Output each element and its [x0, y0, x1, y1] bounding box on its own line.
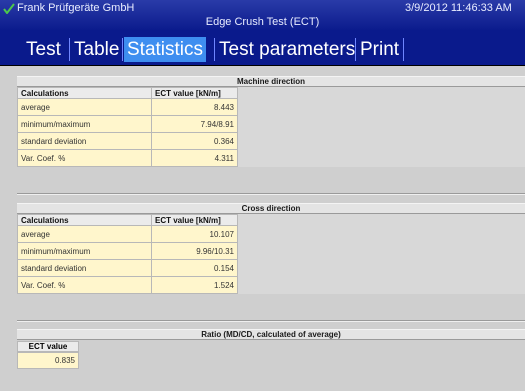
datetime-display: 3/9/2012 11:46:33 AM [405, 2, 512, 14]
row-value: 0.364 [151, 132, 238, 150]
menu-separator [122, 38, 123, 61]
row-label: Var. Coef. % [17, 276, 152, 294]
machine-direction-panel: Machine direction Calculations ECT value… [17, 76, 525, 167]
table-header-row: Calculations ECT value [kN/m] [17, 214, 238, 226]
table-row: minimum/maximum 7.94/8.91 [17, 115, 238, 133]
row-label: minimum/maximum [17, 242, 152, 260]
tab-statistics[interactable]: Statistics [124, 37, 207, 62]
tab-test-parameters[interactable]: Test parameters [216, 37, 358, 62]
checkmark-icon [3, 3, 15, 14]
row-label: average [17, 225, 152, 243]
column-header: Calculations [17, 87, 152, 99]
cross-direction-panel: Cross direction Calculations ECT value [… [17, 203, 525, 294]
row-label: average [17, 98, 152, 116]
section-title: Ratio (MD/CD, calculated of average) [17, 329, 525, 340]
row-label: Var. Coef. % [17, 149, 152, 167]
title-bar: Frank Prüfgeräte GmbH 3/9/2012 11:46:33 … [0, 0, 525, 31]
section-divider [17, 193, 525, 195]
row-label: minimum/maximum [17, 115, 152, 133]
ratio-panel: Ratio (MD/CD, calculated of average) [17, 329, 525, 340]
menu-separator [355, 38, 356, 61]
machine-direction-table: Calculations ECT value [kN/m] average 8.… [17, 87, 238, 167]
table-row: average 8.443 [17, 98, 238, 116]
row-value: 8.443 [151, 98, 238, 116]
section-title: Cross direction [17, 203, 525, 214]
row-label: standard deviation [17, 259, 152, 277]
menu-separator [403, 38, 404, 61]
table-row: Var. Coef. % 1.524 [17, 276, 238, 294]
table-row: Var. Coef. % 4.311 [17, 149, 238, 167]
cross-direction-table: Calculations ECT value [kN/m] average 10… [17, 214, 238, 294]
table-row: standard deviation 0.154 [17, 259, 238, 277]
row-value: 10.107 [151, 225, 238, 243]
tab-print[interactable]: Print [357, 37, 402, 62]
ratio-value: 0.835 [17, 352, 79, 369]
menu-separator [214, 38, 215, 61]
table-header-row: Calculations ECT value [kN/m] [17, 87, 238, 99]
menu-separator [69, 38, 70, 61]
table-row: standard deviation 0.364 [17, 132, 238, 150]
section-title: Machine direction [17, 76, 525, 87]
row-value: 4.311 [151, 149, 238, 167]
tab-test[interactable]: Test [23, 37, 64, 62]
column-header: Calculations [17, 214, 152, 226]
row-label: standard deviation [17, 132, 152, 150]
app-title: Edge Crush Test (ECT) [205, 16, 320, 28]
table-row: average 10.107 [17, 225, 238, 243]
table-row: minimum/maximum 9.96/10.31 [17, 242, 238, 260]
column-header: ECT value [kN/m] [151, 87, 238, 99]
row-value: 9.96/10.31 [151, 242, 238, 260]
menu-bar: Test Table Statistics Test parameters Pr… [0, 31, 525, 66]
column-header: ECT value [kN/m] [151, 214, 238, 226]
tab-table[interactable]: Table [71, 37, 122, 62]
section-divider [17, 320, 525, 322]
row-value: 7.94/8.91 [151, 115, 238, 133]
ratio-column-header: ECT value [kN/m] [17, 341, 79, 361]
company-name: Frank Prüfgeräte GmbH [17, 2, 135, 14]
row-value: 0.154 [151, 259, 238, 277]
row-value: 1.524 [151, 276, 238, 294]
